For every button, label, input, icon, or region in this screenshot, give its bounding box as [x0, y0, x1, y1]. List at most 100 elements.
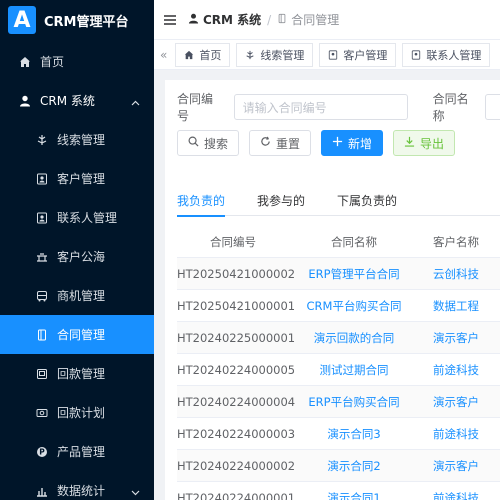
leads-icon	[245, 50, 255, 60]
table-row[interactable]: HT20250421000001 CRM平台购买合同 数据工程	[177, 290, 500, 322]
contract-name-link[interactable]: ERP平台购买合同	[289, 394, 419, 410]
sidebar-item-payments[interactable]: 回款管理	[0, 354, 154, 393]
contract-name-link[interactable]: 演示回款的合同	[289, 330, 419, 346]
customer-name-link[interactable]: 前途科技	[419, 490, 500, 500]
contract-icon	[35, 328, 49, 342]
double-chevron-left-icon[interactable]: «	[160, 48, 167, 62]
sidebar-item-label: 首页	[40, 55, 65, 69]
contract-name-link[interactable]: 演示合同2	[289, 458, 419, 474]
sidebar-item-crm[interactable]: CRM 系统	[0, 81, 154, 120]
sidebar-item-label: CRM 系统	[40, 94, 95, 108]
brand-title: CRM管理平台	[44, 14, 129, 30]
action-buttons: 搜索 重置 新增 导出	[177, 130, 456, 156]
customer-name-link[interactable]: 演示客户	[419, 394, 500, 410]
breadcrumb-separator: /	[267, 12, 272, 27]
sidebar-item-label: 回款计划	[57, 406, 106, 420]
reset-button-label: 重置	[276, 136, 301, 151]
table-row[interactable]: HT20240224000003 演示合同3 前途科技	[177, 418, 500, 450]
sidebar-item-home[interactable]: 首页	[0, 42, 154, 81]
customer-name-link[interactable]: 前途科技	[419, 362, 500, 378]
svg-text:P: P	[39, 447, 45, 456]
export-button-label: 导出	[420, 136, 445, 151]
sidebar-item-label: 产品管理	[57, 445, 106, 459]
refresh-icon	[260, 136, 271, 150]
plus-icon	[332, 136, 343, 150]
tab-label: 首页	[199, 48, 222, 62]
column-header[interactable]: 客户名称	[419, 234, 500, 250]
sidebar-item-label: 合同管理	[57, 328, 106, 342]
search-button[interactable]: 搜索	[177, 130, 240, 156]
table-row[interactable]: HT20240225000001 演示回款的合同 演示客户	[177, 322, 500, 354]
sidebar-item-label: 线索管理	[57, 133, 106, 147]
bus-icon	[35, 289, 49, 303]
customer-name-link[interactable]: 演示客户	[419, 330, 500, 346]
menu-toggle-icon[interactable]	[164, 14, 176, 25]
customer-name-link[interactable]: 数据工程	[419, 298, 500, 314]
reset-button[interactable]: 重置	[249, 130, 312, 156]
chevron-down-icon	[131, 485, 140, 499]
contract-name-label: 合同名称	[432, 92, 469, 123]
tab-label: 客户管理	[343, 48, 388, 62]
contact-icon	[35, 211, 49, 225]
column-header[interactable]: 合同编号	[177, 234, 289, 250]
customer-name-link[interactable]: 前途科技	[419, 426, 500, 442]
sidebar-item-label: 数据统计	[57, 484, 106, 498]
add-button[interactable]: 新增	[321, 130, 384, 156]
breadcrumb-current: 合同管理	[277, 11, 339, 28]
add-button-label: 新增	[348, 136, 373, 151]
contract-code-cell: HT20240224000004	[177, 394, 296, 409]
export-button[interactable]: 导出	[393, 130, 456, 156]
search-button-label: 搜索	[204, 136, 229, 151]
sidebar-item-opportunities[interactable]: 商机管理	[0, 276, 154, 315]
table-row[interactable]: HT20240224000001 演示合同1 前途科技	[177, 482, 500, 500]
sidebar-item-label: 客户管理	[57, 172, 106, 186]
tab-home[interactable]: 首页	[175, 42, 231, 67]
customer-name-link[interactable]: 云创科技	[419, 266, 500, 282]
contact-icon	[411, 49, 421, 60]
contract-icon	[277, 13, 287, 27]
tab-contacts[interactable]: 联系人管理	[402, 42, 491, 67]
top-header: CRM 系统 / 合同管理	[154, 0, 500, 40]
filter-form: 合同编号 请输入合同编号 合同名称	[177, 90, 500, 124]
sidebar-item-contracts[interactable]: 合同管理	[0, 315, 154, 354]
customer-icon	[35, 172, 49, 186]
column-header[interactable]: 合同名称	[289, 234, 419, 250]
contract-name-link[interactable]: 演示合同3	[289, 426, 419, 442]
contract-name-input[interactable]	[485, 94, 500, 120]
sidebar-item-payment-plans[interactable]: 回款计划	[0, 393, 154, 432]
user-icon	[188, 13, 199, 27]
tab-subordinates[interactable]: 下属负责的	[337, 188, 397, 216]
customer-name-link[interactable]: 演示客户	[419, 458, 500, 474]
tab-label: 联系人管理	[426, 48, 482, 62]
table-row[interactable]: HT20250421000002 ERP管理平台合同 云创科技	[177, 258, 500, 290]
sidebar-item-leads[interactable]: 线索管理	[0, 120, 154, 159]
table-row[interactable]: HT20240224000002 演示合同2 演示客户	[177, 450, 500, 482]
breadcrumb-crm[interactable]: CRM 系统	[203, 11, 261, 28]
sidebar-item-contacts[interactable]: 联系人管理	[0, 198, 154, 237]
tab-customers[interactable]: 客户管理	[319, 42, 397, 67]
sidebar-item-label: 联系人管理	[57, 211, 118, 225]
contract-name-link[interactable]: 演示合同1	[289, 490, 419, 500]
sidebar-item-statistics[interactable]: 数据统计	[0, 471, 154, 500]
contract-code-cell: HT20240225000001	[177, 330, 296, 345]
table-row[interactable]: HT20240224000005 测试过期合同 前途科技	[177, 354, 500, 386]
sidebar-item-label: 商机管理	[57, 289, 106, 303]
home-icon	[18, 55, 32, 69]
contract-name-link[interactable]: 测试过期合同	[289, 362, 419, 378]
leads-icon	[35, 133, 49, 147]
stats-icon	[35, 484, 49, 498]
tab-mine[interactable]: 我负责的	[177, 188, 226, 217]
brand: A CRM管理平台	[0, 0, 154, 40]
chevron-up-icon	[131, 95, 140, 109]
contract-name-link[interactable]: ERP管理平台合同	[289, 266, 419, 282]
contract-name-link[interactable]: CRM平台购买合同	[289, 298, 419, 314]
tab-participating[interactable]: 我参与的	[257, 188, 305, 216]
sidebar-item-public-pool[interactable]: 客户公海	[0, 237, 154, 276]
sidebar-item-products[interactable]: P 产品管理	[0, 432, 154, 471]
table-row[interactable]: HT20240224000004 ERP平台购买合同 演示客户	[177, 386, 500, 418]
plan-icon	[35, 406, 49, 420]
tab-leads[interactable]: 线索管理	[236, 42, 314, 67]
sidebar-item-customers[interactable]: 客户管理	[0, 159, 154, 198]
contract-code-label: 合同编号	[177, 92, 214, 123]
contract-code-input[interactable]: 请输入合同编号	[233, 94, 408, 120]
